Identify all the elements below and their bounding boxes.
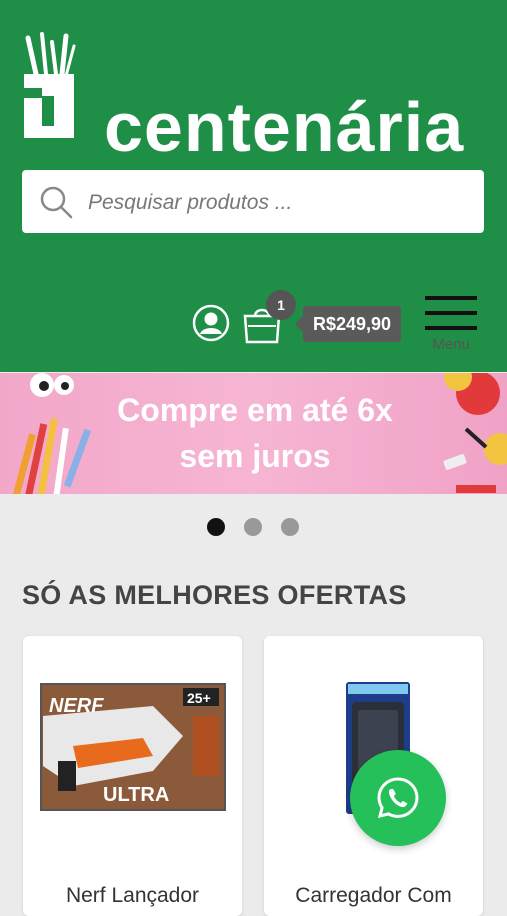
product-title[interactable]: Carregador Com — [264, 884, 483, 908]
svg-text:NERF: NERF — [49, 695, 104, 717]
section-title: SÓ AS MELHORES OFERTAS — [22, 580, 407, 610]
search-bar — [22, 170, 484, 235]
site-header: centenária 1 R$249,90 Menu — [0, 0, 507, 372]
product-card[interactable]: NERF ULTRA 25+ Nerf Lançador — [23, 636, 242, 916]
menu-label: Menu — [432, 336, 470, 353]
banner-line-2: sem juros — [179, 438, 331, 474]
account-icon[interactable] — [192, 304, 230, 342]
carousel-dot-1[interactable] — [207, 518, 225, 536]
cart-total[interactable]: R$249,90 — [295, 306, 401, 342]
banner-line-1: Compre em até 6x — [117, 392, 393, 428]
whatsapp-button[interactable] — [350, 750, 446, 846]
banner-headline: Compre em até 6x sem juros — [80, 387, 430, 479]
carousel-dot-3[interactable] — [281, 518, 299, 536]
brand-logo[interactable]: centenária — [22, 30, 492, 162]
hamburger-menu-icon — [425, 296, 477, 330]
search-icon[interactable] — [38, 184, 74, 220]
carousel-dots — [207, 518, 307, 538]
search-input[interactable] — [86, 170, 470, 235]
cart-count-badge: 1 — [266, 290, 296, 320]
whatsapp-icon — [377, 777, 419, 819]
product-title[interactable]: Nerf Lançador — [23, 884, 242, 908]
svg-text:ULTRA: ULTRA — [103, 784, 169, 806]
carousel-dot-2[interactable] — [244, 518, 262, 536]
cart-button[interactable]: 1 — [242, 290, 302, 346]
promo-banner[interactable]: Compre em até 6x sem juros — [0, 373, 507, 494]
product-image-nerf: NERF ULTRA 25+ — [40, 683, 226, 811]
logo-mark-icon — [24, 32, 76, 138]
menu-button[interactable]: Menu — [422, 292, 480, 358]
brand-name: centenária — [104, 88, 465, 166]
svg-text:25+: 25+ — [187, 690, 211, 706]
